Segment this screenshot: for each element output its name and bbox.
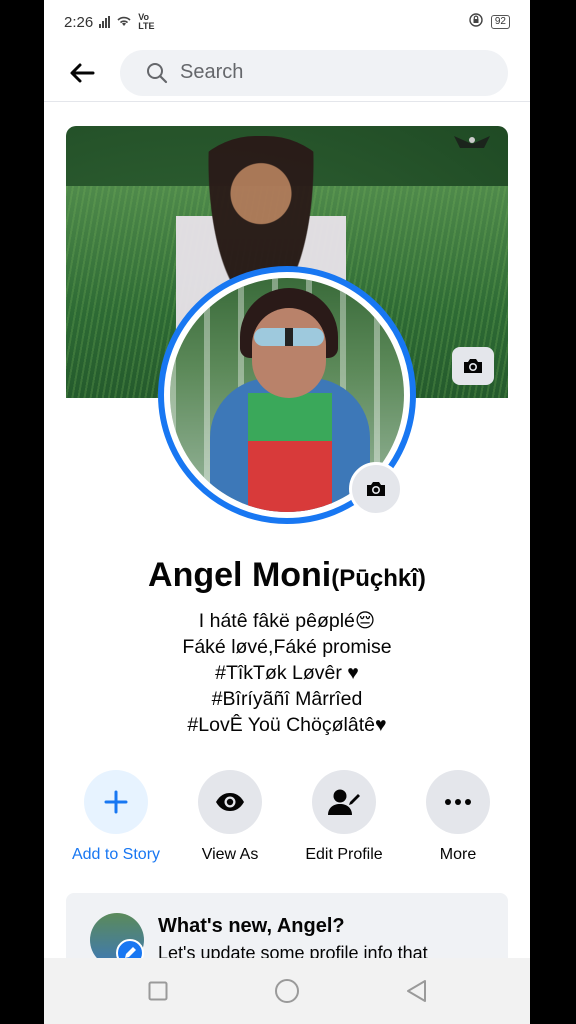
back-nav-button[interactable] — [396, 971, 436, 1011]
status-time: 2:26 — [64, 13, 94, 31]
more-label: More — [439, 846, 477, 863]
camera-icon — [464, 359, 482, 373]
triangle-back-icon — [406, 980, 426, 1002]
profile-actions: Add to Story View As Edit Profile More — [66, 770, 508, 870]
system-nav-bar — [44, 958, 530, 1024]
plus-icon — [104, 790, 128, 814]
edit-profile-button[interactable]: Edit Profile — [294, 770, 394, 870]
add-to-story-button[interactable]: Add to Story — [66, 770, 166, 870]
edit-profile-label: Edit Profile — [305, 846, 383, 863]
more-button[interactable]: More — [408, 770, 508, 870]
profile-name-alt: (Pūçhkî) — [331, 565, 426, 592]
search-header: Search — [44, 44, 530, 102]
back-button[interactable] — [44, 44, 120, 102]
whats-new-title: What's new, Angel? — [158, 915, 345, 937]
profile-name: Angel Moni(Pūçhkî) — [44, 556, 530, 595]
edit-cover-button[interactable] — [452, 347, 494, 385]
edit-person-icon — [328, 789, 360, 815]
edit-profile-picture-button[interactable] — [349, 462, 403, 516]
view-as-button[interactable]: View As — [180, 770, 280, 870]
camera-icon — [367, 482, 385, 496]
wifi-icon — [116, 14, 132, 31]
watermark-logo — [444, 130, 500, 170]
back-arrow-icon — [70, 63, 95, 82]
status-bar: 2:26 Vo LTE 92 — [44, 0, 530, 44]
recents-button[interactable] — [138, 971, 178, 1011]
home-button[interactable] — [267, 971, 307, 1011]
bio-line: #LovÊ Yoü Chöçølâtê♥ — [187, 714, 387, 736]
circle-icon — [274, 979, 299, 1003]
battery-indicator: 92 — [490, 15, 510, 29]
profile-name-main: Angel Moni — [148, 556, 332, 594]
bio-line: #TîkTøk Løvêr ♥ — [215, 662, 359, 684]
bio-line: #Bîríyãñî Mârrîed — [211, 688, 363, 710]
profile-bio: I hátê fâkë pêøplé😔 Fáké løvé,Fáké promi… — [44, 608, 530, 738]
add-to-story-label: Add to Story — [71, 846, 161, 863]
search-placeholder: Search — [180, 61, 244, 83]
square-icon — [148, 981, 168, 1001]
phone-screen: 2:26 Vo LTE 92 Search Angel Moni(Pūçhkî)… — [44, 0, 530, 1024]
search-bar[interactable]: Search — [120, 49, 508, 96]
bio-line: I hátê fâkë pêøplé😔 — [198, 610, 376, 632]
more-dots-icon — [445, 799, 471, 805]
network-label: Vo LTE — [138, 12, 155, 31]
eye-icon — [216, 793, 244, 811]
signal-icon — [99, 16, 111, 28]
view-as-label: View As — [201, 846, 259, 863]
lock-rotation-icon — [469, 13, 483, 31]
search-icon — [147, 62, 168, 83]
bio-line: Fáké løvé,Fáké promise — [182, 636, 392, 658]
